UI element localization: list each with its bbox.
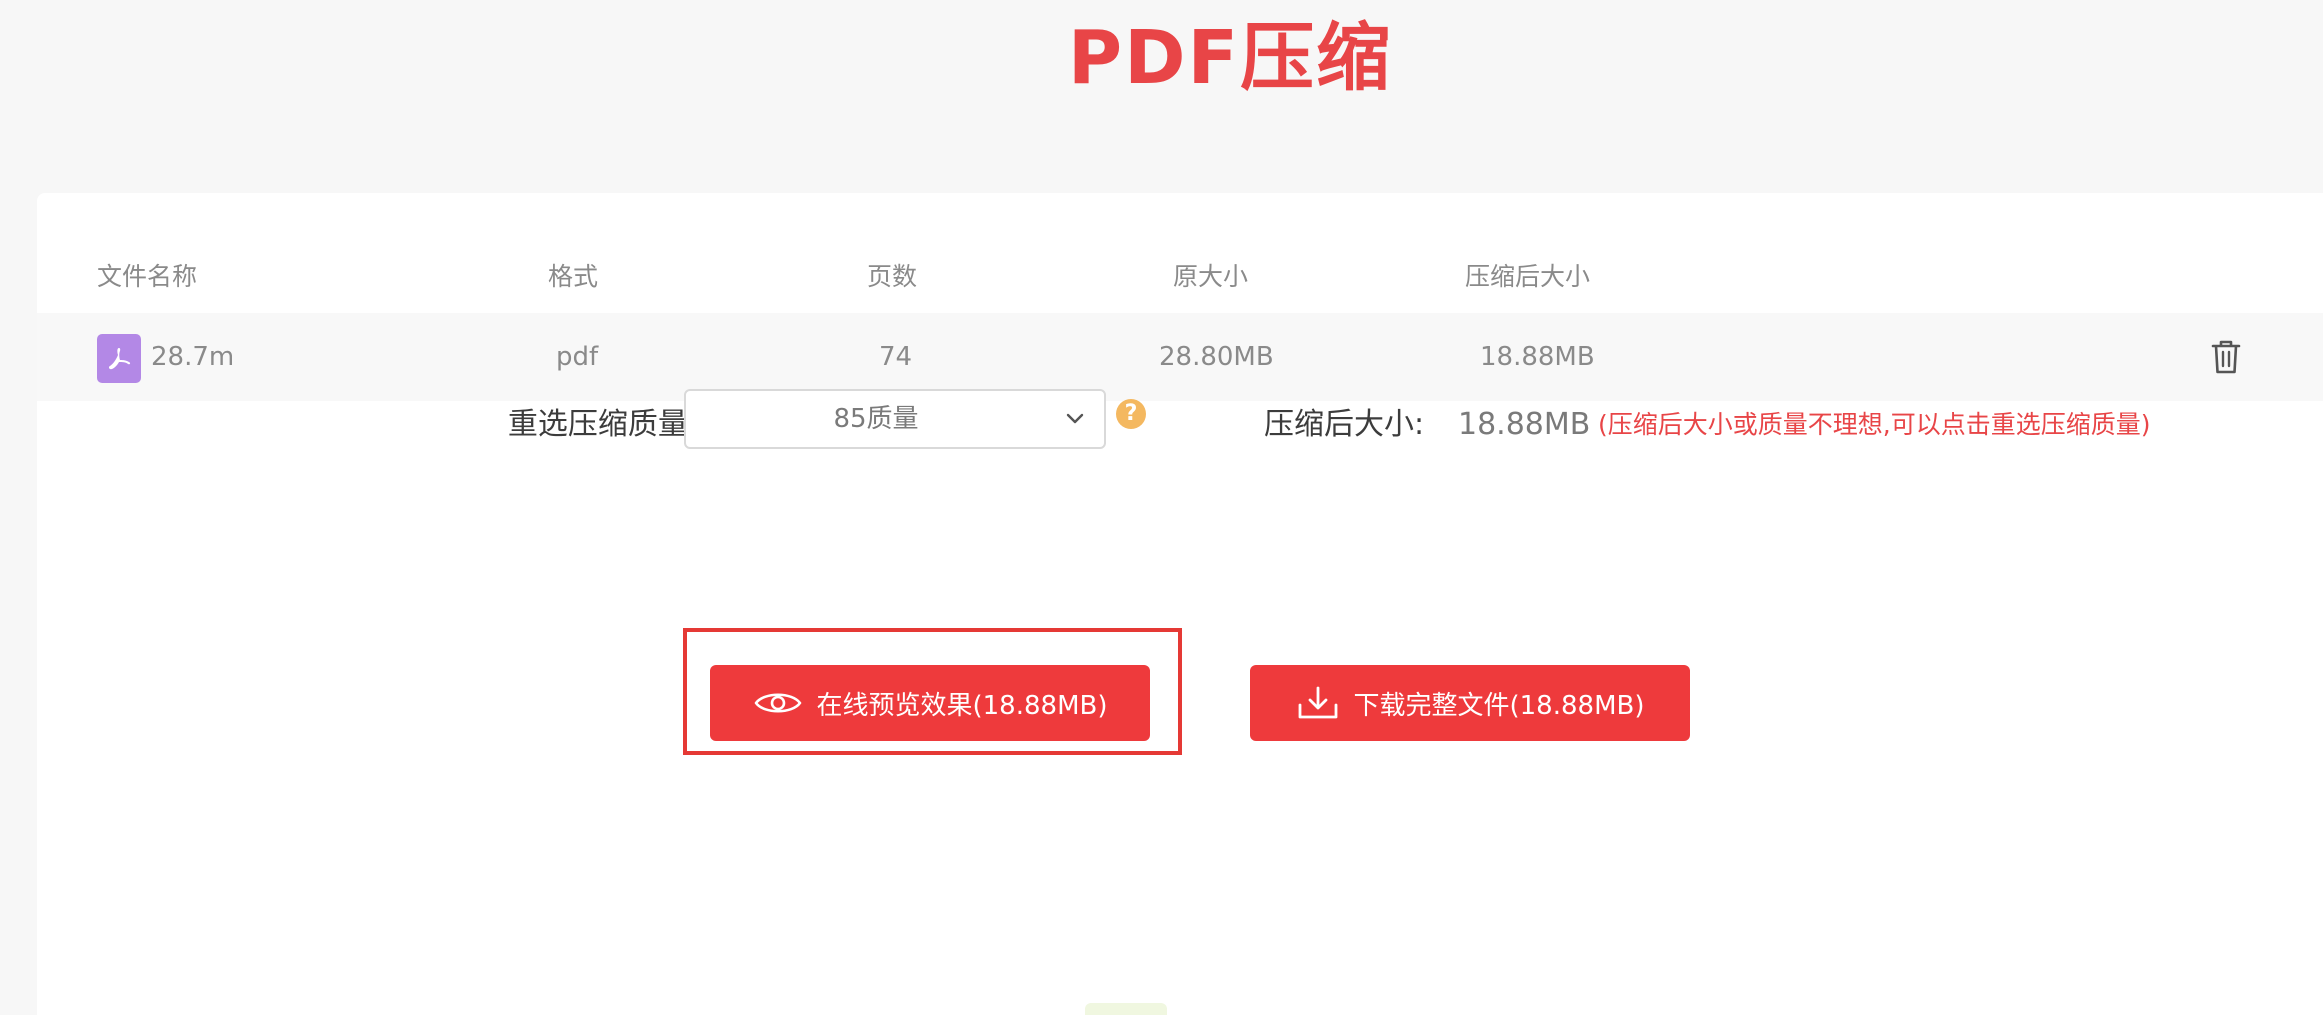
download-button[interactable]: 下载完整文件(18.88MB) bbox=[1250, 665, 1690, 741]
quality-label: 重选压缩质量: bbox=[507, 407, 698, 442]
file-compressed-size: 18.88MB bbox=[1480, 342, 1595, 372]
header-original-size: 原大小 bbox=[1173, 262, 1249, 291]
file-card: 文件名称 格式 页数 原大小 压缩后大小 28.7m pdf 74 28.80M… bbox=[37, 193, 2323, 1015]
header-file-name: 文件名称 bbox=[97, 262, 198, 291]
chevron-down-icon bbox=[1064, 409, 1086, 429]
file-name: 28.7m bbox=[151, 342, 235, 372]
trash-icon[interactable] bbox=[2207, 337, 2245, 377]
quality-select-value: 85质量 bbox=[833, 404, 919, 434]
file-original-size: 28.80MB bbox=[1159, 342, 1274, 372]
file-format: pdf bbox=[556, 342, 599, 372]
table-row: 28.7m pdf 74 28.80MB 18.88MB bbox=[37, 313, 2323, 401]
quality-select[interactable]: 85质量 bbox=[684, 389, 1106, 449]
bottom-decoration bbox=[1085, 1003, 1167, 1015]
compressed-size-label: 压缩后大小: bbox=[1264, 407, 1425, 442]
header-compressed-size: 压缩后大小 bbox=[1465, 262, 1591, 291]
download-icon bbox=[1296, 685, 1340, 721]
pdf-file-icon bbox=[97, 334, 141, 383]
page-title: PDF压缩 bbox=[1067, 15, 1393, 101]
compressed-size-value: 18.88MB bbox=[1458, 407, 1591, 442]
help-icon[interactable]: ? bbox=[1116, 399, 1146, 429]
header-format: 格式 bbox=[548, 262, 599, 291]
compressed-size-hint: (压缩后大小或质量不理想,可以点击重选压缩质量) bbox=[1598, 410, 2151, 439]
table-header: 文件名称 格式 页数 原大小 压缩后大小 bbox=[37, 251, 2323, 303]
download-button-label: 下载完整文件(18.88MB) bbox=[1353, 690, 1645, 721]
preview-button[interactable]: 在线预览效果(18.88MB) bbox=[710, 665, 1150, 741]
preview-button-label: 在线预览效果(18.88MB) bbox=[816, 690, 1108, 721]
file-pages: 74 bbox=[879, 342, 913, 372]
eye-icon bbox=[753, 688, 803, 718]
page: PDF压缩 文件名称 格式 页数 原大小 压缩后大小 28.7m pdf 74 … bbox=[0, 0, 2323, 1015]
header-pages: 页数 bbox=[867, 262, 918, 291]
